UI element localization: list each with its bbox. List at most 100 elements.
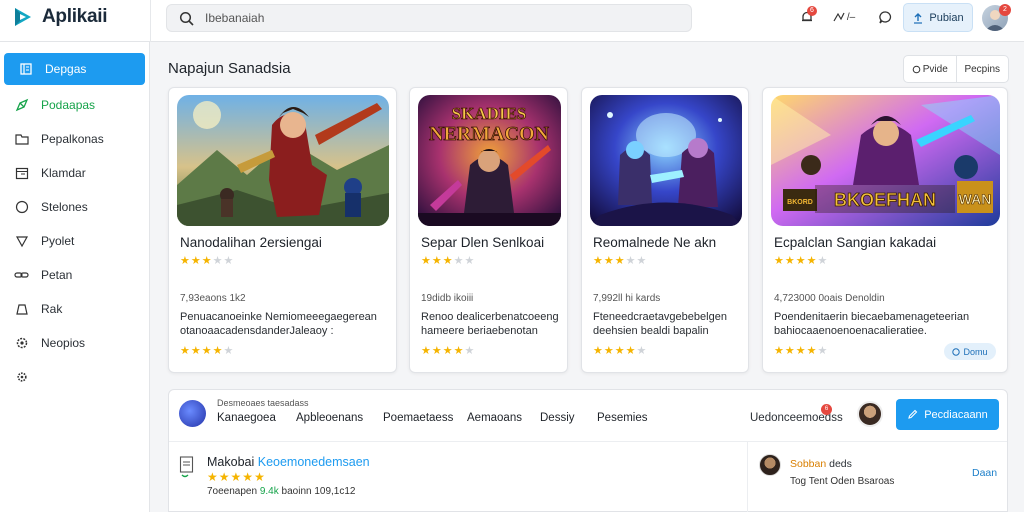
- game-card[interactable]: Nanodalihan 2ersiengai ★ ★ ★ ★ ★ 7,93eaons 1…: [168, 87, 397, 373]
- desc-line: hameere beriaebenotan: [421, 325, 538, 337]
- star-rating: ★ ★ ★ ★ ★: [421, 346, 474, 357]
- star-icon: ★: [223, 255, 234, 267]
- tab-pesemies[interactable]: Pesemies: [597, 412, 648, 424]
- sidebar-item-rak[interactable]: Rak: [0, 293, 150, 325]
- star-rating: ★ ★ ★ ★ ★: [180, 346, 233, 357]
- link-icon: [14, 268, 29, 283]
- notifications-button[interactable]: 6: [798, 6, 817, 26]
- view-toggle-list[interactable]: Pecpins: [955, 56, 1009, 82]
- sidebar-item-pyolet[interactable]: Pyolet: [0, 225, 150, 257]
- view-toggle-label: Pvide: [922, 63, 948, 75]
- art-logo: WAN: [959, 191, 992, 207]
- settings-icon: [14, 336, 29, 351]
- reviewer-avatar: [759, 454, 781, 476]
- tab-aemaoans[interactable]: Aemaoans: [467, 412, 522, 424]
- app-logo[interactable]: Aplikaii: [12, 6, 107, 28]
- card-meta: 7,93eaons 1k2: [180, 293, 246, 304]
- sidebar-item-petan[interactable]: Petan: [0, 259, 150, 291]
- download-count: 9.4k: [259, 486, 279, 497]
- star-icon: ★: [464, 255, 475, 267]
- art-small-label: BKORD: [787, 199, 813, 206]
- notification-badge: 6: [807, 6, 817, 16]
- tab-apbleoenans[interactable]: Apbleoenans: [296, 412, 363, 424]
- star-icon: ★: [593, 345, 603, 357]
- card-meta: 7,992ll hi kards: [593, 293, 661, 304]
- desc-line: Renoo dealicerbenatcoeeng: [421, 311, 559, 323]
- star-icon: ★: [223, 345, 234, 357]
- desc-line: otanoaacadensdanderJaleaoy :: [180, 325, 334, 337]
- star-rating: ★ ★ ★ ★ ★: [593, 256, 646, 267]
- book-icon: [18, 62, 33, 77]
- star-icon: ★: [254, 470, 265, 484]
- sidebar-item-label: Neopios: [41, 336, 86, 350]
- star-icon: ★: [421, 345, 431, 357]
- sidebar-item-podaapas[interactable]: Podaapas: [0, 89, 150, 121]
- demo-button[interactable]: Domu: [944, 343, 996, 360]
- star-icon: ★: [636, 345, 647, 357]
- star-icon: ★: [603, 345, 614, 357]
- tab-kanaegoea[interactable]: Kanaegoea: [217, 412, 276, 424]
- star-rating: ★ ★ ★ ★ ★: [421, 256, 474, 267]
- sidebar-item-label: Petan: [41, 268, 73, 282]
- search-input[interactable]: [205, 5, 675, 31]
- gear-icon: [14, 370, 29, 385]
- logo-icon: [15, 8, 31, 26]
- item-meta: 7oeenapen 9.4k baoinn 109,1c12: [207, 486, 356, 497]
- search-bar[interactable]: [166, 4, 692, 32]
- pencil-icon: [908, 409, 918, 419]
- card-description: Renoo dealicerbenatcoeeng hameere beriae…: [421, 310, 559, 338]
- primary-action-button[interactable]: Pecdiacaann: [896, 399, 999, 430]
- game-card[interactable]: BKORD BKOEFHAN WAN Ecpalclan Sangian kak…: [762, 87, 1008, 373]
- bag-icon: [14, 302, 29, 317]
- play-circle-icon: [952, 347, 961, 356]
- art-title-top: SKADIES: [452, 104, 527, 123]
- review-summary: Tog Tent Oden Bsaroas: [790, 476, 895, 487]
- review-action-link[interactable]: Daan: [972, 467, 997, 479]
- game-card[interactable]: Reomalnede Ne akn ★ ★ ★ ★ ★ 7,992ll hi kards…: [581, 87, 749, 373]
- card-meta: 19didb ikoiii: [421, 293, 474, 304]
- sidebar-item-label: Podaapas: [41, 98, 96, 112]
- item-link[interactable]: Keoemonedemsaen: [258, 455, 370, 469]
- star-icon: ★: [806, 345, 817, 357]
- search-icon: [179, 11, 194, 26]
- game-card[interactable]: SKADIES NERMACON Separ Dlen Senlkoai ★ ★ ★…: [409, 87, 568, 373]
- star-icon: ★: [806, 255, 817, 267]
- divider: [169, 441, 1007, 442]
- star-icon: ★: [190, 255, 201, 267]
- sidebar-item-depgas[interactable]: Depgas: [4, 53, 145, 85]
- star-icon: ★: [212, 255, 223, 267]
- chart-button[interactable]: /–: [830, 8, 858, 26]
- reviewer-name: Sobban deds: [790, 458, 852, 470]
- grid-icon: [912, 65, 921, 73]
- sidebar-item-klamdar[interactable]: Klamdar: [0, 157, 150, 189]
- sidebar-item-label: Pyolet: [41, 234, 75, 248]
- card-title: Nanodalihan 2ersiengai: [180, 235, 322, 250]
- trend-label: /–: [846, 11, 856, 23]
- sidebar-item-stelones[interactable]: Stelones: [0, 191, 150, 223]
- game-thumbnail: [177, 95, 389, 226]
- art-title-main: NERMACON: [429, 123, 550, 145]
- desc-line: Poendenitaerin biecaebamenageteerian: [774, 311, 970, 323]
- primary-action-label: Pecdiacaann: [924, 408, 988, 421]
- star-icon: ★: [201, 345, 212, 357]
- reviewer-first: Sobban: [790, 458, 827, 470]
- tab-poemaetaess[interactable]: Poemaetaess: [383, 412, 453, 424]
- sidebar-item-label: Rak: [41, 302, 63, 316]
- item-meta-suffix: baoinn 109,1c12: [281, 486, 356, 497]
- sidebar-item-pepalkonas[interactable]: Pepalkonas: [0, 123, 150, 155]
- view-toggle-grid[interactable]: Pvide: [904, 56, 956, 82]
- trend-icon: [833, 12, 845, 22]
- desc-line: Fteneedcraetavgebebelgen: [593, 311, 727, 323]
- star-icon: ★: [795, 345, 806, 357]
- star-rating: ★ ★ ★ ★ ★: [593, 346, 646, 357]
- tab-dessiy[interactable]: Dessiy: [540, 412, 575, 424]
- view-toggle: Pvide Pecpins: [903, 55, 1009, 83]
- sidebar-item-neopios[interactable]: Neopios: [0, 327, 150, 359]
- upload-button[interactable]: Pubian: [903, 3, 973, 32]
- messages-button[interactable]: [876, 8, 894, 26]
- document-icon: [179, 456, 194, 478]
- developer-avatar[interactable]: [857, 401, 883, 427]
- star-icon: ★: [614, 255, 625, 267]
- sidebar-item-settings[interactable]: [0, 361, 150, 393]
- star-icon: ★: [453, 345, 464, 357]
